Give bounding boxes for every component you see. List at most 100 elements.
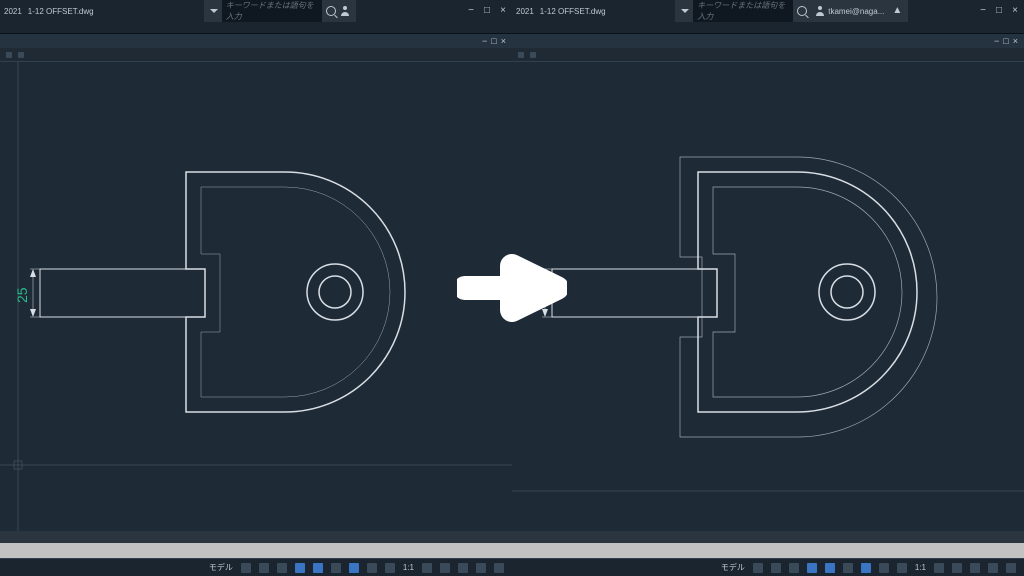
drawing-viewport[interactable]: 25: [512, 62, 1024, 531]
command-line-area[interactable]: [512, 543, 1024, 558]
qab-item[interactable]: [530, 52, 536, 58]
doc-close-button[interactable]: ×: [1013, 36, 1018, 46]
lwt-toggle-icon[interactable]: [367, 563, 377, 573]
dyn-toggle-icon[interactable]: [861, 563, 871, 573]
hole-outer: [307, 264, 363, 320]
statusbar: モデル 1:1: [0, 558, 512, 576]
maximize-button[interactable]: □: [994, 6, 1004, 16]
doc-restore-button[interactable]: □: [491, 36, 496, 46]
user-chip[interactable]: tkamei@naga...: [811, 5, 888, 17]
scale-label[interactable]: 1:1: [401, 563, 416, 572]
hw-toggle-icon[interactable]: [458, 563, 468, 573]
dropdown-caret-icon[interactable]: [210, 9, 218, 13]
gear-icon[interactable]: [422, 563, 432, 573]
tpy-toggle-icon[interactable]: [385, 563, 395, 573]
hole-inner: [831, 276, 863, 308]
search-input[interactable]: キーワードまたは語句を入力: [693, 0, 793, 23]
otrack-toggle-icon[interactable]: [843, 563, 853, 573]
qab-item[interactable]: [6, 52, 12, 58]
titlebar-left: 2021 1-12 OFFSET.dwg: [516, 7, 606, 16]
doc-minimize-button[interactable]: −: [482, 36, 487, 46]
outer-profile: [186, 172, 405, 412]
outer-profile: [698, 172, 917, 412]
minimize-button[interactable]: −: [466, 6, 476, 16]
window-controls: − □ ×: [466, 6, 508, 16]
customize-icon[interactable]: [1006, 563, 1016, 573]
customize-icon[interactable]: [494, 563, 504, 573]
polar-toggle-icon[interactable]: [807, 563, 817, 573]
titlebar: 2021 1-12 OFFSET.dwg キーワードまたは語句を入力 − □ ×: [0, 0, 512, 22]
ribbon: [0, 22, 512, 34]
ortho-toggle-icon[interactable]: [789, 563, 799, 573]
search-icon[interactable]: [326, 6, 336, 16]
scale-label[interactable]: 1:1: [913, 563, 928, 572]
left-pane: 2021 1-12 OFFSET.dwg キーワードまたは語句を入力 − □ ×…: [0, 0, 512, 576]
snap-toggle-icon[interactable]: [259, 563, 269, 573]
close-button[interactable]: ×: [498, 6, 508, 16]
dimension-text: 25: [526, 287, 542, 303]
gear-icon[interactable]: [934, 563, 944, 573]
offset-profile: [201, 187, 390, 397]
ribbon: [512, 22, 1024, 34]
rect-tab: [552, 269, 717, 317]
dim-arrow-top: [30, 269, 36, 277]
quick-access-bar: [0, 48, 512, 62]
grid-toggle-icon[interactable]: [753, 563, 763, 573]
qab-item[interactable]: [518, 52, 524, 58]
outer-offset-profile: [680, 157, 937, 437]
help-icon[interactable]: ▲: [892, 6, 902, 16]
year-label: 2021: [4, 7, 22, 16]
dim-arrow-bottom: [30, 309, 36, 317]
drawing-viewport[interactable]: 25: [0, 62, 512, 531]
titlebar-left: 2021 1-12 OFFSET.dwg: [4, 7, 94, 16]
maximize-button[interactable]: □: [482, 6, 492, 16]
command-line-area[interactable]: [0, 543, 512, 558]
doc-restore-button[interactable]: □: [1003, 36, 1008, 46]
otrack-toggle-icon[interactable]: [331, 563, 341, 573]
clean-toggle-icon[interactable]: [476, 563, 486, 573]
snap-toggle-icon[interactable]: [771, 563, 781, 573]
cad-drawing: 25: [0, 62, 512, 531]
dimension-text: 25: [14, 287, 30, 303]
search-input[interactable]: キーワードまたは語句を入力: [222, 0, 322, 23]
minimize-button[interactable]: −: [978, 6, 988, 16]
dyn-toggle-icon[interactable]: [349, 563, 359, 573]
document-controls-bar: − □ ×: [512, 34, 1024, 48]
dim-arrow-bottom: [542, 309, 548, 317]
iso-toggle-icon[interactable]: [952, 563, 962, 573]
polar-toggle-icon[interactable]: [295, 563, 305, 573]
osnap-toggle-icon[interactable]: [825, 563, 835, 573]
tpy-toggle-icon[interactable]: [897, 563, 907, 573]
layout-tabs[interactable]: [512, 531, 1024, 543]
close-button[interactable]: ×: [1010, 6, 1020, 16]
lwt-toggle-icon[interactable]: [879, 563, 889, 573]
user-icon: [815, 6, 825, 16]
statusbar: モデル 1:1: [512, 558, 1024, 576]
titlebar-search-group: キーワードまたは語句を入力 tkamei@naga... ▲: [675, 0, 908, 24]
dropdown-caret-icon[interactable]: [681, 9, 689, 13]
hw-toggle-icon[interactable]: [970, 563, 980, 573]
clean-toggle-icon[interactable]: [988, 563, 998, 573]
model-tab[interactable]: モデル: [719, 562, 747, 573]
year-label: 2021: [516, 7, 534, 16]
doc-close-button[interactable]: ×: [501, 36, 506, 46]
window-controls: − □ ×: [978, 6, 1020, 16]
ortho-toggle-icon[interactable]: [277, 563, 287, 573]
search-icon[interactable]: [797, 6, 807, 16]
rect-tab: [40, 269, 205, 317]
qab-item[interactable]: [18, 52, 24, 58]
filename-label: 1-12 OFFSET.dwg: [28, 7, 94, 16]
doc-minimize-button[interactable]: −: [994, 36, 999, 46]
model-tab[interactable]: モデル: [207, 562, 235, 573]
dim-arrow-top: [542, 269, 548, 277]
right-pane: 2021 1-12 OFFSET.dwg キーワードまたは語句を入力 tkame…: [512, 0, 1024, 576]
iso-toggle-icon[interactable]: [440, 563, 450, 573]
inner-offset-profile: [713, 187, 902, 397]
user-icon[interactable]: [340, 6, 350, 16]
hole-inner: [319, 276, 351, 308]
grid-toggle-icon[interactable]: [241, 563, 251, 573]
osnap-toggle-icon[interactable]: [313, 563, 323, 573]
layout-tabs[interactable]: [0, 531, 512, 543]
cad-drawing: 25: [512, 62, 1024, 531]
hole-outer: [819, 264, 875, 320]
